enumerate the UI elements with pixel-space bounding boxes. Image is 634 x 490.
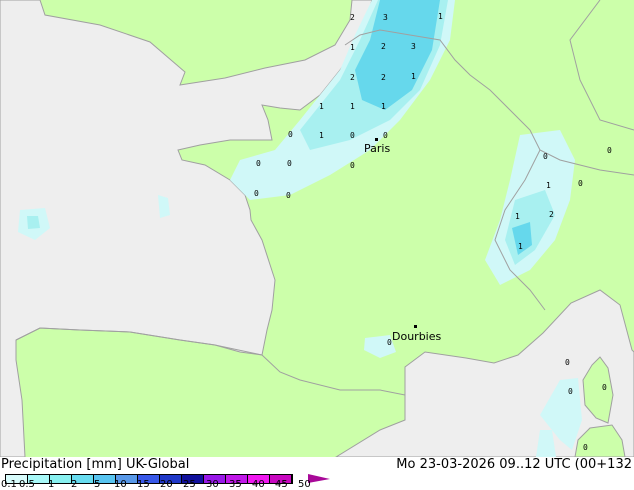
scale-tick: 0.5 [19,479,35,490]
value-label: 1 [515,212,520,221]
value-label: 1 [518,242,523,251]
scale-tick: 40 [252,479,265,490]
city-label: Dourbies [392,330,442,343]
scale-tick: 30 [206,479,219,490]
value-label: 2 [350,13,355,22]
value-label: 0 [287,159,292,168]
value-label: 2 [549,210,554,219]
scale-tick: 45 [275,479,288,490]
value-label: 0 [543,152,548,161]
value-label: 1 [350,102,355,111]
map-canvas: 2 3 11 2 32 2 11 1 10 1 0 00 0 00 0001 01 21000 00 Paris … [0,0,634,457]
value-label: 1 [546,181,551,190]
value-label: 1 [350,43,355,52]
value-label: 3 [383,13,388,22]
value-label: 0 [568,387,573,396]
scale-tick: 15 [137,479,150,490]
value-label: 0 [288,130,293,139]
value-label: 2 [381,73,386,82]
value-label: 0 [383,131,388,140]
legend-title: Precipitation [mm] UK-Global [1,457,190,472]
city-label: Paris [364,142,390,155]
value-label: 1 [319,102,324,111]
value-label: 0 [565,358,570,367]
scale-tick: 35 [229,479,242,490]
value-label: 1 [381,102,386,111]
value-label: 0 [583,443,588,452]
scale-ticks: 0.1 0.5 1 2 5 10 15 20 25 30 35 40 45 50 [0,479,634,490]
value-label: 2 [381,42,386,51]
scale-tick: 2 [71,479,78,490]
scale-tick: 50 [298,479,311,490]
value-label: 1 [411,72,416,81]
scale-tick: 25 [183,479,196,490]
value-label: 0 [578,179,583,188]
value-label: 0 [350,131,355,140]
value-label: 1 [438,12,443,21]
legend: Precipitation [mm] UK-Global Mo 23-03-20… [0,457,634,490]
scale-tick: 0.1 [1,479,17,490]
forecast-datetime: Mo 23-03-2026 09..12 UTC (00+132 [396,457,632,472]
value-label: 0 [286,191,291,200]
value-label: 0 [254,189,259,198]
value-label: 0 [602,383,607,392]
value-label: 1 [319,131,324,140]
precipitation-map-view: 231123221111010000000001012100000 Paris … [0,0,634,490]
scale-tick: 10 [114,479,127,490]
value-label: 3 [411,42,416,51]
value-label: 0 [350,161,355,170]
value-label: 0 [256,159,261,168]
scale-tick: 5 [94,479,101,490]
scale-tick: 1 [48,479,55,490]
value-label: 0 [607,146,612,155]
value-label: 2 [350,73,355,82]
scale-tick: 20 [160,479,173,490]
